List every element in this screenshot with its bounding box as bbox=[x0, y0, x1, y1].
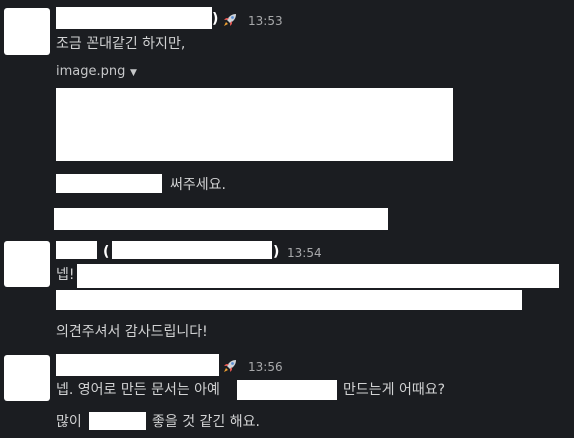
redacted-sender-name[interactable] bbox=[56, 354, 219, 376]
avatar[interactable] bbox=[4, 355, 50, 401]
attachment-filename[interactable]: image.png bbox=[56, 64, 125, 80]
redacted-sender-name[interactable] bbox=[56, 7, 212, 29]
message-text: 좋을 것 같긴 해요. bbox=[152, 414, 260, 430]
redacted-text bbox=[237, 380, 337, 400]
message-text: 의견주셔서 감사드립니다! bbox=[56, 324, 208, 340]
timestamp[interactable]: 13:53 bbox=[248, 13, 283, 29]
avatar[interactable] bbox=[4, 241, 50, 287]
message-text: 넵. 영어로 만든 문서는 아예 bbox=[56, 382, 220, 398]
sender-name-suffix: ) bbox=[212, 11, 219, 27]
message-text: 많이 bbox=[56, 414, 82, 430]
redacted-text bbox=[56, 290, 522, 310]
rocket-icon bbox=[222, 358, 238, 378]
rocket-icon bbox=[222, 12, 238, 32]
sender-name-open-paren: ( bbox=[103, 244, 110, 260]
redacted-sender-name[interactable] bbox=[56, 241, 97, 259]
avatar[interactable] bbox=[4, 8, 50, 55]
chevron-down-icon[interactable]: ▼ bbox=[130, 65, 137, 81]
timestamp[interactable]: 13:56 bbox=[248, 359, 283, 375]
sender-name-close-paren: ) bbox=[273, 244, 280, 260]
message-text: 써주세요. bbox=[170, 177, 226, 193]
redacted-text bbox=[77, 264, 559, 288]
timestamp[interactable]: 13:54 bbox=[287, 245, 322, 261]
redacted-text bbox=[89, 412, 146, 430]
message-text: 만드는게 어때요? bbox=[343, 382, 446, 398]
message-text: 넵! bbox=[56, 267, 75, 283]
redacted-text bbox=[56, 174, 162, 193]
image-attachment[interactable] bbox=[56, 88, 453, 161]
redacted-text bbox=[54, 208, 388, 230]
redacted-sender-name[interactable] bbox=[112, 241, 272, 259]
message-text: 조금 꼰대같긴 하지만, bbox=[56, 36, 186, 52]
